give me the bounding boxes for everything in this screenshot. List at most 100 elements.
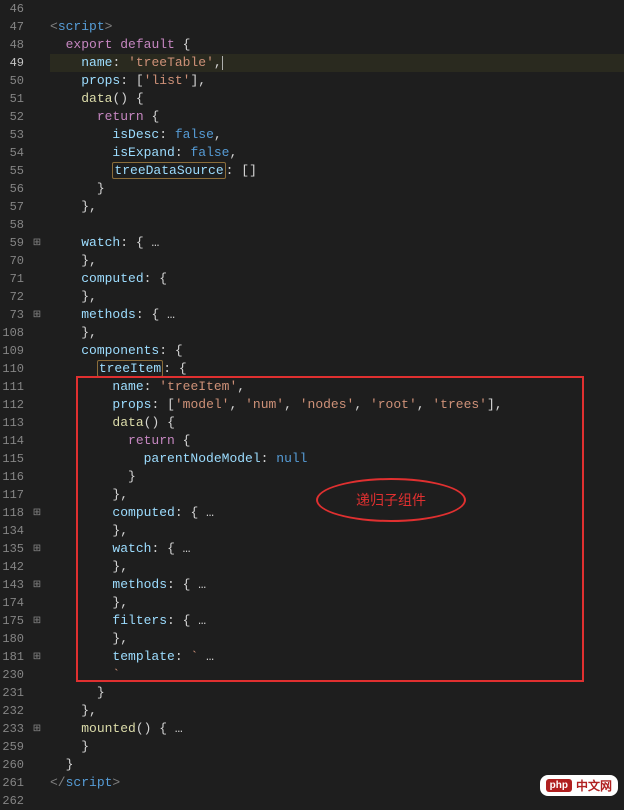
line-number: 52: [0, 108, 24, 126]
code-line[interactable]: methods: { …: [50, 306, 624, 324]
line-number: 56: [0, 180, 24, 198]
fold-spacer: [30, 414, 44, 432]
code-line[interactable]: parentNodeModel: null: [50, 450, 624, 468]
fold-expand-icon[interactable]: [30, 576, 44, 594]
code-line[interactable]: data() {: [50, 414, 624, 432]
code-line[interactable]: `: [50, 666, 624, 684]
fold-spacer: [30, 342, 44, 360]
fold-expand-icon[interactable]: [30, 234, 44, 252]
code-line[interactable]: },: [50, 522, 624, 540]
fold-spacer: [30, 774, 44, 792]
code-line[interactable]: name: 'treeTable',: [50, 54, 624, 72]
fold-spacer: [30, 684, 44, 702]
line-number: 55: [0, 162, 24, 180]
code-line[interactable]: isDesc: false,: [50, 126, 624, 144]
code-line[interactable]: mounted() { …: [50, 720, 624, 738]
code-line[interactable]: methods: { …: [50, 576, 624, 594]
code-line[interactable]: props: ['model', 'num', 'nodes', 'root',…: [50, 396, 624, 414]
code-line[interactable]: template: ` …: [50, 648, 624, 666]
line-number: 71: [0, 270, 24, 288]
code-line[interactable]: export default {: [50, 36, 624, 54]
line-number: 111: [0, 378, 24, 396]
line-number: 175: [0, 612, 24, 630]
line-number: 180: [0, 630, 24, 648]
watermark: php 中文网: [540, 775, 618, 796]
code-line[interactable]: },: [50, 198, 624, 216]
fold-expand-icon[interactable]: [30, 720, 44, 738]
code-line[interactable]: }: [50, 756, 624, 774]
watermark-logo: php: [546, 779, 572, 792]
line-number: 230: [0, 666, 24, 684]
code-line[interactable]: },: [50, 288, 624, 306]
code-line[interactable]: },: [50, 630, 624, 648]
code-line[interactable]: },: [50, 594, 624, 612]
code-line[interactable]: }: [50, 180, 624, 198]
line-number: 108: [0, 324, 24, 342]
line-number: 134: [0, 522, 24, 540]
line-number: 47: [0, 18, 24, 36]
code-line[interactable]: <script>: [50, 18, 624, 36]
line-number: 135: [0, 540, 24, 558]
code-line[interactable]: name: 'treeItem',: [50, 378, 624, 396]
fold-spacer: [30, 738, 44, 756]
fold-expand-icon[interactable]: [30, 306, 44, 324]
line-number: 110: [0, 360, 24, 378]
line-number: 113: [0, 414, 24, 432]
fold-expand-icon[interactable]: [30, 612, 44, 630]
code-line[interactable]: treeItem: {: [50, 360, 624, 378]
line-number: 143: [0, 576, 24, 594]
line-number: 51: [0, 90, 24, 108]
line-number: 262: [0, 792, 24, 810]
fold-spacer: [30, 666, 44, 684]
code-line[interactable]: },: [50, 702, 624, 720]
code-line[interactable]: filters: { …: [50, 612, 624, 630]
code-area[interactable]: <script> export default { name: 'treeTab…: [44, 0, 624, 810]
code-editor[interactable]: 4647484950515253545556575859707172731081…: [0, 0, 624, 810]
fold-spacer: [30, 396, 44, 414]
fold-spacer: [30, 324, 44, 342]
code-line[interactable]: return {: [50, 432, 624, 450]
code-line[interactable]: </script>: [50, 774, 624, 792]
code-line[interactable]: props: ['list'],: [50, 72, 624, 90]
line-number: 73: [0, 306, 24, 324]
code-line[interactable]: treeDataSource: []: [50, 162, 624, 180]
code-line[interactable]: computed: {: [50, 270, 624, 288]
fold-spacer: [30, 144, 44, 162]
code-line[interactable]: },: [50, 558, 624, 576]
fold-spacer: [30, 450, 44, 468]
line-number-gutter: 4647484950515253545556575859707172731081…: [0, 0, 30, 810]
code-line[interactable]: [50, 792, 624, 810]
code-line[interactable]: return {: [50, 108, 624, 126]
fold-expand-icon[interactable]: [30, 540, 44, 558]
fold-expand-icon[interactable]: [30, 504, 44, 522]
code-line[interactable]: [50, 0, 624, 18]
code-line[interactable]: [50, 216, 624, 234]
fold-spacer: [30, 108, 44, 126]
code-line[interactable]: }: [50, 684, 624, 702]
code-line[interactable]: watch: { …: [50, 234, 624, 252]
code-line[interactable]: },: [50, 252, 624, 270]
line-number: 261: [0, 774, 24, 792]
line-number: 109: [0, 342, 24, 360]
code-line[interactable]: computed: { …: [50, 504, 624, 522]
fold-spacer: [30, 90, 44, 108]
line-number: 57: [0, 198, 24, 216]
line-number: 181: [0, 648, 24, 666]
line-number: 46: [0, 0, 24, 18]
code-line[interactable]: watch: { …: [50, 540, 624, 558]
code-line[interactable]: },: [50, 486, 624, 504]
fold-expand-icon[interactable]: [30, 648, 44, 666]
fold-spacer: [30, 198, 44, 216]
watermark-text: 中文网: [576, 777, 612, 794]
fold-spacer: [30, 792, 44, 810]
code-line[interactable]: data() {: [50, 90, 624, 108]
fold-spacer: [30, 702, 44, 720]
code-line[interactable]: },: [50, 324, 624, 342]
fold-spacer: [30, 288, 44, 306]
code-line[interactable]: isExpand: false,: [50, 144, 624, 162]
code-line[interactable]: }: [50, 738, 624, 756]
code-line[interactable]: }: [50, 468, 624, 486]
fold-column[interactable]: [30, 0, 44, 810]
fold-spacer: [30, 558, 44, 576]
code-line[interactable]: components: {: [50, 342, 624, 360]
